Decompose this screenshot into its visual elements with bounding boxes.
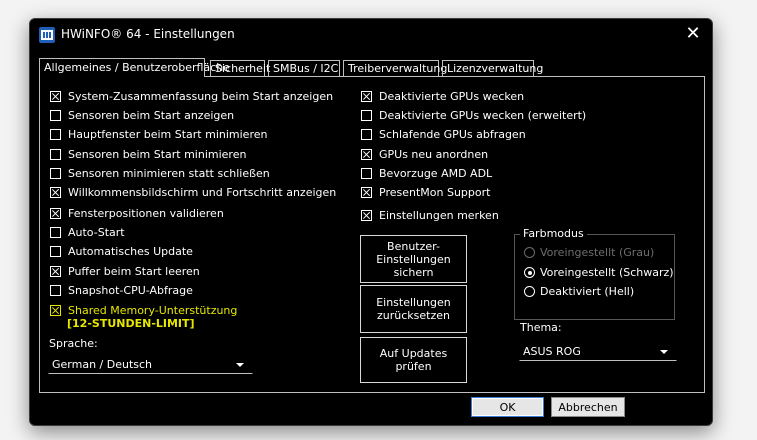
checkbox-box[interactable]: [50, 285, 61, 296]
checkbox-label: Willkommensbildschirm und Fortschritt an…: [68, 186, 337, 199]
checkbox-box[interactable]: [50, 305, 61, 316]
checkbox-label: Deaktivierte GPUs wecken: [379, 90, 525, 103]
button-label: Abbrechen: [558, 400, 618, 414]
theme-value: ASUS ROG: [523, 345, 581, 358]
tab-general-ui[interactable]: Allgemeines / Benutzeroberfläche: [39, 58, 230, 77]
checkbox-box[interactable]: [361, 110, 372, 121]
tab-label: Treiberverwaltung: [348, 62, 448, 75]
radio-dot[interactable]: [524, 267, 535, 278]
radio-dot[interactable]: [524, 247, 535, 258]
cancel-button[interactable]: Abbrechen: [551, 397, 625, 417]
checkbox-box[interactable]: [361, 129, 372, 140]
checkbox-box[interactable]: [361, 149, 372, 160]
language-label: Sprache:: [49, 337, 98, 350]
radio-label: Deaktiviert (Hell): [540, 285, 635, 298]
checkbox-label: System-Zusammenfassung beim Start anzeig…: [68, 90, 334, 103]
checkbox-box[interactable]: [50, 208, 61, 219]
title-bar[interactable]: HWiNFO® 64 - Einstellungen ✕: [30, 19, 712, 51]
checkbox-box[interactable]: [50, 187, 61, 198]
checkbox-label: Sensoren beim Start minimieren: [68, 148, 247, 161]
checkbox-box[interactable]: [50, 91, 61, 102]
close-icon[interactable]: ✕: [680, 23, 706, 47]
theme-label: Thema:: [520, 321, 562, 334]
theme-select[interactable]: ASUS ROG: [519, 341, 677, 361]
hwinfo-app-icon: [39, 27, 55, 43]
checkbox-box[interactable]: [50, 227, 61, 238]
checkbox-label: Sensoren beim Start anzeigen: [68, 109, 235, 122]
checkbox-label: Shared Memory-Unterstützung: [68, 304, 238, 317]
chevron-down-icon: [236, 363, 244, 367]
shared-memory-limit-note: [12-STUNDEN-LIMIT]: [67, 317, 195, 330]
radio-label: Voreingestellt (Grau): [540, 246, 655, 259]
checkbox-label: Bevorzuge AMD ADL: [379, 167, 493, 180]
checkbox-label: Schlafende GPUs abfragen: [379, 128, 526, 141]
checkbox-box[interactable]: [361, 210, 372, 221]
tab-label: SMBus / I2C: [273, 62, 339, 75]
checkbox-label: Automatisches Update: [68, 245, 193, 258]
checkbox-label: GPUs neu anordnen: [379, 148, 489, 161]
checkbox-box[interactable]: [361, 168, 372, 179]
checkbox-label: Auto-Start: [68, 226, 125, 239]
checkbox-box[interactable]: [50, 266, 61, 277]
language-value: German / Deutsch: [52, 358, 153, 371]
tab-label: Lizenzverwaltung: [447, 62, 544, 75]
checkbox-box[interactable]: [50, 149, 61, 160]
button-label: Einstellungen zurücksetzen: [376, 296, 451, 322]
checkbox-label: Einstellungen merken: [379, 209, 499, 222]
checkbox-box[interactable]: [50, 129, 61, 140]
button-label: Auf Updates prüfen: [379, 347, 448, 373]
ok-button[interactable]: OK: [471, 397, 544, 417]
checkbox-box[interactable]: [361, 91, 372, 102]
color-mode-title: Farbmodus: [520, 227, 587, 240]
check-updates-button[interactable]: Auf Updates prüfen: [360, 337, 467, 383]
checkbox-label: Puffer beim Start leeren: [68, 265, 200, 278]
button-label: OK: [499, 400, 516, 414]
checkbox-box[interactable]: [50, 168, 61, 179]
chevron-down-icon: [660, 350, 668, 354]
settings-dialog: HWiNFO® 64 - Einstellungen ✕ Allgemeines…: [29, 18, 713, 426]
radio-label: Voreingestellt (Schwarz): [540, 266, 674, 279]
checkbox-box[interactable]: [50, 110, 61, 121]
checkbox-box[interactable]: [361, 187, 372, 198]
radio-dot[interactable]: [524, 286, 535, 297]
window-title: HWiNFO® 64 - Einstellungen: [61, 27, 235, 41]
language-select[interactable]: German / Deutsch: [48, 354, 253, 374]
checkbox-box[interactable]: [50, 246, 61, 257]
button-label: Benutzer-Einstellungen sichern: [376, 239, 451, 279]
checkbox-label: Deaktivierte GPUs wecken (erweitert): [379, 109, 587, 122]
checkbox-label: PresentMon Support: [379, 186, 491, 199]
tab-license-management[interactable]: Lizenzverwaltung: [442, 60, 543, 76]
reset-settings-button[interactable]: Einstellungen zurücksetzen: [360, 285, 467, 333]
tab-smbus-i2c[interactable]: SMBus / I2C: [268, 60, 340, 76]
checkbox-label: Hauptfenster beim Start minimieren: [68, 128, 268, 141]
tab-driver-management[interactable]: Treiberverwaltung: [343, 60, 447, 76]
checkbox-label: Snapshot-CPU-Abfrage: [68, 284, 193, 297]
checkbox-label: Sensoren minimieren statt schließen: [68, 167, 270, 180]
checkbox-label: Fensterpositionen validieren: [68, 207, 224, 220]
save-user-settings-button[interactable]: Benutzer-Einstellungen sichern: [360, 235, 467, 283]
tab-label: Allgemeines / Benutzeroberfläche: [44, 61, 230, 74]
